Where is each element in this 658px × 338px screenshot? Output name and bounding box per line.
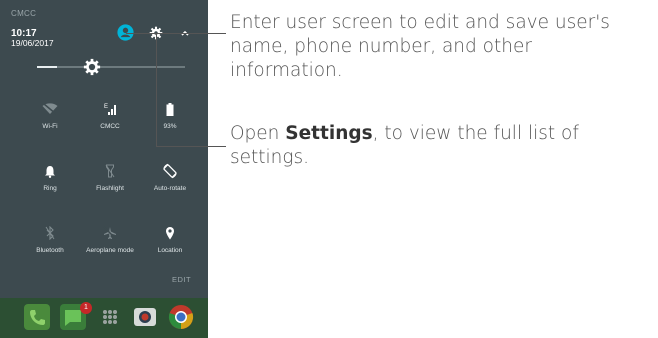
tile-label: CMCC [100,123,120,130]
tile-label: 93% [163,123,177,130]
brightness-slider-fill [37,66,57,68]
auto-rotate-icon [163,163,177,179]
settings-leader-vertical [156,34,157,146]
app-dock [0,298,208,338]
chrome-app-icon[interactable] [168,304,194,330]
camera-app-icon[interactable] [132,304,158,330]
bell-icon [45,165,55,178]
settings-callout-bold: Settings [285,123,373,144]
tile-label: Aeroplane mode [86,247,134,254]
user-callout: Enter user screen to edit and save user'… [230,12,610,81]
brightness-slider-track[interactable] [37,66,185,68]
tile-location[interactable]: Location [140,223,200,263]
phone-app-icon[interactable] [24,304,50,330]
tile-airplane[interactable]: Aeroplane mode [80,223,140,263]
tile-label: Location [157,247,183,254]
svg-text:E: E [104,104,108,110]
wifi-off-icon [42,103,58,115]
app-drawer-icon[interactable] [97,304,123,330]
tile-cellular[interactable]: E CMCC [80,99,140,139]
tile-label: Auto-rotate [153,185,187,192]
airplane-icon [103,226,117,240]
carrier-label: CMCC [11,9,37,18]
settings-callout: Open Settings, to view the full list of … [230,122,610,170]
tile-bluetooth[interactable]: Bluetooth [20,223,80,263]
clock-date: 19/06/2017 [11,38,54,48]
flashlight-icon [105,164,115,178]
tile-wifi[interactable]: Wi-Fi [20,99,80,139]
user-leader-line [126,33,226,34]
quick-settings-panel: CMCC 10:17 19/06/2017 Wi-Fi E CMCC 93% R… [0,0,208,338]
location-icon [166,227,174,240]
bluetooth-icon [45,226,55,240]
tile-label: Ring [43,185,57,192]
brightness-icon[interactable] [83,58,101,76]
tile-battery[interactable]: 93% [140,99,200,139]
settings-leader-horizontal [156,146,226,147]
tile-label: Bluetooth [36,247,64,254]
tile-flashlight[interactable]: Flashlight [80,161,140,201]
notification-badge: 1 [80,302,92,314]
battery-icon [166,102,174,116]
edit-button[interactable]: EDIT [172,275,191,284]
signal-icon: E [104,104,116,115]
tile-auto-rotate[interactable]: Auto-rotate [140,161,200,201]
tile-label: Wi-Fi [42,123,58,130]
tile-label: Flashlight [96,185,124,192]
tile-ring[interactable]: Ring [20,161,80,201]
settings-callout-pre: Open [230,123,286,144]
